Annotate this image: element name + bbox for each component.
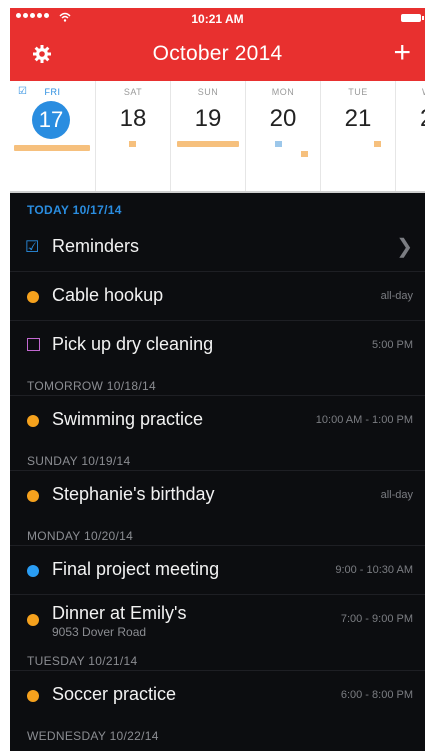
section-header-wednesday: WEDNESDAY 10/22/14 (27, 729, 159, 743)
day-number: 21 (344, 105, 372, 132)
list-item-event[interactable]: Soccer practice 6:00 - 8:00 PM (10, 670, 425, 719)
day-name: FRI (44, 87, 61, 97)
header: 10:21 AM October 2014 + (10, 8, 425, 81)
section-header-monday: MONDAY 10/20/14 (27, 529, 134, 543)
day-name: SAT (123, 87, 143, 97)
item-time: 7:00 - 9:00 PM (340, 613, 413, 625)
section-header-tomorrow: TOMORROW 10/18/14 (27, 379, 156, 393)
item-title: Soccer practice (52, 684, 177, 704)
section-header-today: TODAY 10/17/14 (27, 203, 122, 217)
item-time: all-day (380, 290, 413, 302)
status-bar: 10:21 AM (10, 8, 425, 30)
battery-icon (401, 14, 424, 22)
section-header-sunday: SUNDAY 10/19/14 (27, 454, 131, 468)
list-item-reminders[interactable]: ☑ Reminders ❯ (10, 223, 425, 271)
day-cell-fri[interactable]: ☑ FRI 17 (10, 81, 96, 191)
item-time: 5:00 PM (372, 339, 413, 351)
item-title: Dinner at Emily's (52, 603, 187, 623)
day-name: MON (271, 87, 295, 97)
event-marker (301, 151, 308, 157)
add-event-button[interactable]: + (393, 36, 411, 70)
item-time: 9:00 - 10:30 AM (335, 564, 413, 576)
day-cell-sat[interactable]: SAT 18 (96, 81, 171, 191)
day-number: 18 (119, 105, 147, 132)
item-title: Pick up dry cleaning (52, 334, 214, 354)
checkbox-icon: ☑ (25, 239, 40, 256)
app-screen: 10:21 AM October 2014 + ☑ FRI 17 SAT 18 … (0, 0, 425, 751)
item-time: 6:00 - 8:00 PM (340, 689, 413, 701)
orange-dot-icon (27, 614, 39, 626)
list-item-event[interactable]: Stephanie's birthday all-day (10, 470, 425, 519)
week-strip: ☑ FRI 17 SAT 18 SUN 19 MON 20 TUE 21 W (10, 81, 425, 193)
month-title[interactable]: October 2014 (10, 42, 425, 66)
status-time: 10:21 AM (191, 12, 244, 26)
item-location: 9053 Dover Road (52, 625, 147, 639)
day-number: 2 (420, 105, 425, 133)
event-marker (275, 141, 282, 147)
day-name: TUE (348, 87, 368, 97)
orange-dot-icon (27, 291, 39, 303)
day-name: SUN (197, 87, 219, 97)
item-title: Swimming practice (52, 409, 204, 429)
blue-dot-icon (27, 565, 39, 577)
agenda-list: TODAY 10/17/14 ☑ Reminders ❯ Cable hooku… (10, 193, 425, 751)
event-marker (129, 141, 136, 147)
item-time: 10:00 AM - 1:00 PM (315, 414, 413, 426)
event-bar (177, 141, 239, 147)
day-number: 20 (269, 105, 297, 132)
item-title: Cable hookup (52, 285, 164, 305)
list-item-event[interactable]: Swimming practice 10:00 AM - 1:00 PM (10, 395, 425, 444)
section-header-tuesday: TUESDAY 10/21/14 (27, 654, 138, 668)
orange-dot-icon (27, 415, 39, 427)
orange-dot-icon (27, 490, 39, 502)
day-cell-tue[interactable]: TUE 21 (321, 81, 396, 191)
orange-dot-icon (27, 690, 39, 702)
event-marker (374, 141, 381, 147)
title-bar: October 2014 + (10, 36, 425, 74)
chevron-right-icon: ❯ (396, 236, 413, 258)
item-time: all-day (380, 489, 413, 501)
list-item-task[interactable]: Pick up dry cleaning 5:00 PM (10, 320, 425, 369)
day-cell-mon[interactable]: MON 20 (246, 81, 321, 191)
list-item-event[interactable]: Cable hookup all-day (10, 271, 425, 320)
item-title: Stephanie's birthday (52, 484, 215, 504)
item-title: Reminders (52, 236, 140, 256)
day-cell-wed[interactable]: W 2 (396, 81, 425, 191)
day-cell-sun[interactable]: SUN 19 (171, 81, 246, 191)
task-checkbox-icon[interactable] (27, 338, 40, 351)
day-number: 19 (194, 105, 222, 132)
list-item-event[interactable]: Dinner at Emily's 9053 Dover Road 7:00 -… (10, 594, 425, 644)
list-item-event[interactable]: Final project meeting 9:00 - 10:30 AM (10, 545, 425, 594)
item-title: Final project meeting (52, 559, 220, 579)
event-bar (14, 145, 90, 151)
selected-day-number: 17 (32, 101, 70, 139)
